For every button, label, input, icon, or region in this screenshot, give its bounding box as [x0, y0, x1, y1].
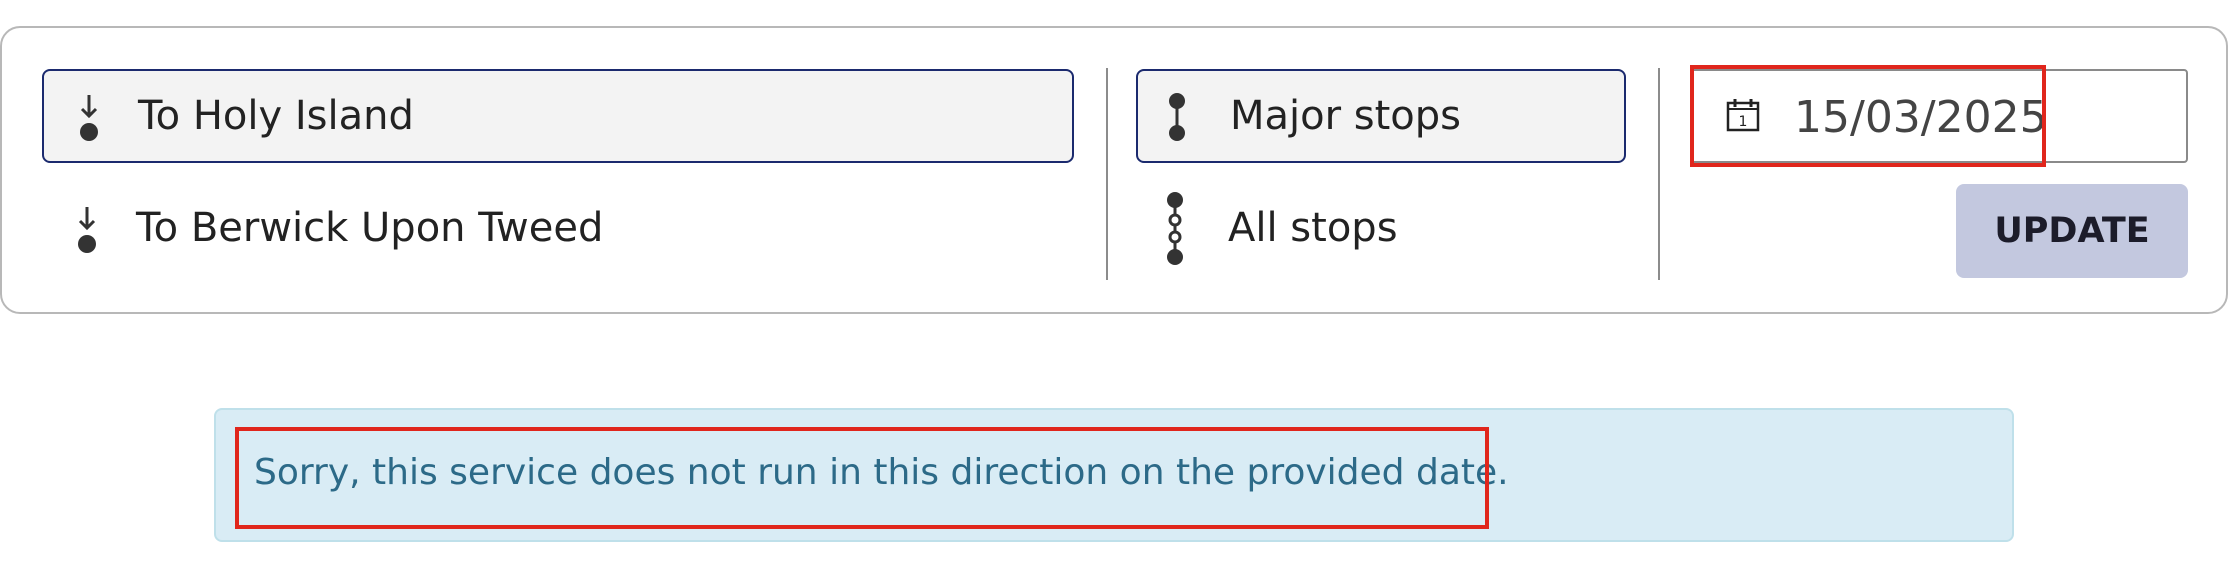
no-service-alert: Sorry, this service does not run in this…	[214, 408, 2014, 542]
date-value: 15/03/2025	[1794, 92, 2048, 143]
stops-option-major-stops[interactable]: Major stops	[1136, 69, 1626, 163]
stops-option-all-stops[interactable]: All stops	[1136, 183, 1626, 277]
direction-option-to-berwick-upon-tweed[interactable]: To Berwick Upon Tweed	[42, 183, 1074, 277]
alert-message: Sorry, this service does not run in this…	[254, 452, 1509, 493]
date-input[interactable]: 1 15/03/2025	[1690, 69, 2188, 163]
direction-label: To Holy Island	[138, 93, 414, 139]
arrow-down-dot-icon	[78, 207, 96, 253]
svg-text:1: 1	[1739, 114, 1748, 130]
direction-label: To Berwick Upon Tweed	[136, 205, 604, 251]
section-divider	[1658, 68, 1660, 280]
stops-label: Major stops	[1230, 93, 1461, 139]
calendar-icon: 1	[1726, 99, 1760, 132]
all-stops-icon	[1167, 192, 1183, 265]
stops-label: All stops	[1228, 205, 1398, 251]
direction-option-to-holy-island[interactable]: To Holy Island	[42, 69, 1074, 163]
timetable-filter-panel: To Holy Island To Berwick Upon Tweed Maj…	[0, 26, 2228, 314]
section-divider	[1106, 68, 1108, 280]
major-stops-icon	[1169, 93, 1185, 141]
arrow-down-dot-icon	[80, 95, 98, 141]
update-button[interactable]: UPDATE	[1956, 184, 2188, 278]
